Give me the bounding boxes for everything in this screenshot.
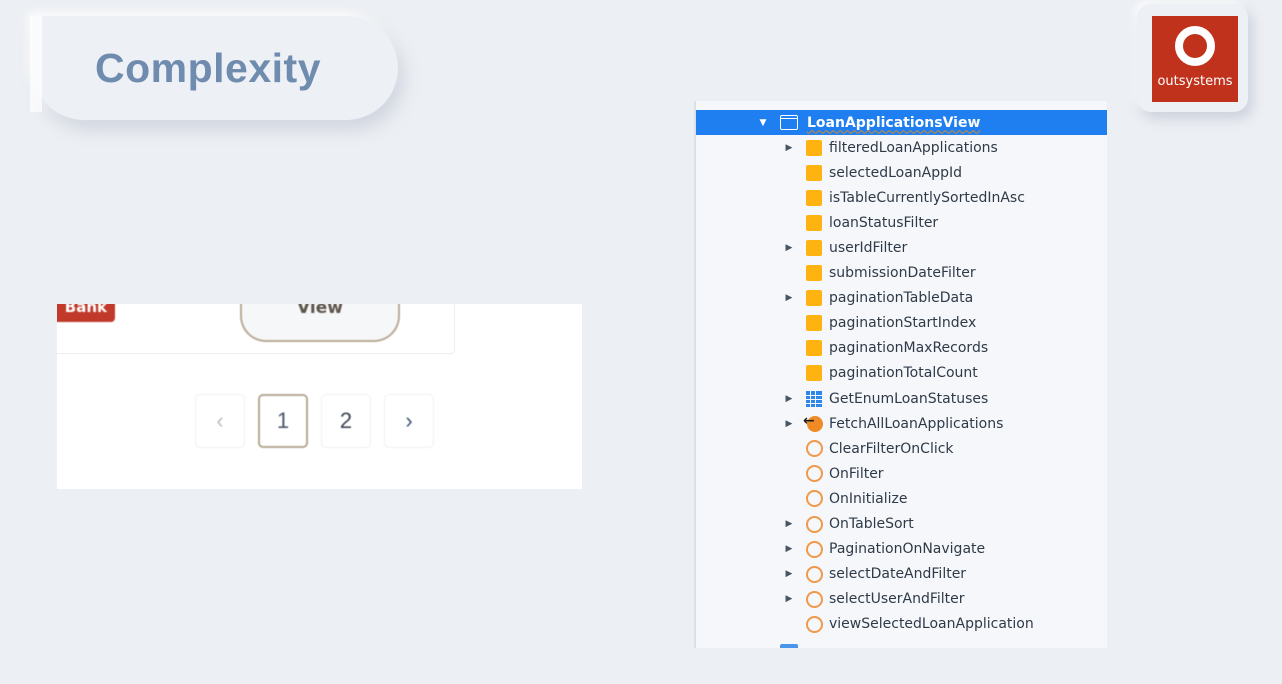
page-1-button[interactable]: 1 — [258, 394, 308, 448]
caret-right-icon[interactable]: ▶ — [784, 544, 794, 554]
prev-page-button[interactable]: ‹ — [195, 394, 245, 448]
variable-icon — [806, 315, 822, 332]
page-2-button[interactable]: 2 — [321, 394, 371, 448]
aggregate-icon — [806, 390, 822, 407]
tree-item-label: paginationMaxRecords — [829, 340, 989, 357]
page-title: Complexity — [95, 44, 321, 91]
client-action-icon — [806, 515, 823, 533]
tree-item[interactable]: viewSelectedLoanApplication — [696, 612, 1107, 637]
card-edge-highlight — [30, 16, 42, 112]
tree-item-label: OnTableSort — [829, 516, 914, 532]
caret-right-icon[interactable]: ▶ — [784, 394, 794, 404]
tree-item[interactable]: isTableCurrentlySortedInAsc — [696, 185, 1107, 210]
client-action-icon — [806, 465, 823, 483]
tree-item-label: loanStatusFilter — [829, 214, 939, 231]
tree-item-label: viewSelectedLoanApplication — [829, 616, 1034, 633]
variable-icon — [806, 139, 822, 156]
caret-right-icon[interactable]: ▶ — [784, 519, 794, 529]
variable-icon — [806, 365, 822, 382]
tree-item-label: OnFilter — [829, 465, 884, 482]
caret-right-icon[interactable]: ▶ — [784, 293, 794, 303]
tree-item-label: userIdFilter — [829, 239, 908, 256]
variable-icon — [806, 265, 822, 281]
tree-item[interactable]: ▶ PaginationOnNavigate — [696, 537, 1107, 562]
tree-item[interactable]: OnFilter — [696, 461, 1107, 486]
tree-root-item[interactable]: ▼ LoanApplicationsView — [696, 110, 1107, 135]
client-action-icon — [806, 615, 823, 633]
tree-item[interactable]: ▶ selectDateAndFilter — [696, 562, 1107, 587]
tree-item-label: GetEnumLoanStatuses — [829, 390, 989, 407]
logo-ring-icon — [1175, 26, 1215, 66]
pagination-screenshot: Bank View ‹ 1 2 › — [57, 304, 582, 489]
caret-right-icon[interactable]: ▶ — [784, 594, 794, 604]
tree-item[interactable]: ▶ userIdFilter — [696, 235, 1107, 260]
tree-item-label: OnInitialize — [829, 490, 908, 507]
client-action-icon — [806, 590, 823, 608]
data-action-icon: ← — [803, 413, 823, 432]
tree-item[interactable]: submissionDateFilter — [696, 261, 1107, 286]
tree-item-label: paginationTotalCount — [829, 365, 978, 382]
tree-item[interactable]: ▶ OnTableSort — [696, 512, 1107, 537]
caret-right-icon[interactable]: ▶ — [784, 569, 794, 579]
tree-item-label: selectDateAndFilter — [829, 566, 967, 583]
client-action-icon — [806, 490, 823, 508]
tree-item-label: PaginationOnNavigate — [829, 541, 986, 558]
element-tree: ▼ LoanApplicationsView ▶ filteredLoanAppl… — [694, 101, 1107, 648]
caret-right-icon[interactable]: ▶ — [784, 143, 794, 153]
tree-item[interactable]: ▶ filteredLoanApplications — [696, 135, 1107, 160]
variable-icon — [806, 340, 822, 357]
tree-item[interactable]: selectedLoanAppId — [696, 160, 1107, 185]
tree-item[interactable]: ▶ GetEnumLoanStatuses — [696, 386, 1107, 411]
tree-item-label: paginationStartIndex — [829, 315, 977, 332]
tree-item[interactable]: OnInitialize — [696, 486, 1107, 511]
tree-item[interactable]: loanStatusFilter — [696, 210, 1107, 235]
tree-item-label: paginationTableData — [829, 290, 974, 307]
tree-item-label: selectUserAndFilter — [829, 591, 965, 608]
client-action-icon — [806, 440, 823, 458]
variable-icon — [806, 164, 822, 181]
tree-item[interactable]: ▶ selectUserAndFilter — [696, 587, 1107, 612]
client-action-icon — [806, 540, 823, 558]
tree-item-label: FetchAllLoanApplications — [829, 415, 1004, 432]
screen-icon — [780, 115, 798, 130]
logo-text: outsystems — [1157, 74, 1233, 89]
list-card-bottom: Bank View — [57, 304, 455, 354]
variable-icon — [806, 189, 822, 206]
view-button[interactable]: View — [240, 304, 400, 342]
variable-icon — [806, 239, 822, 256]
outsystems-logo: outsystems — [1152, 16, 1238, 102]
title-card: Complexity — [30, 16, 398, 120]
next-page-button[interactable]: › — [384, 394, 434, 448]
next-screen-icon — [780, 644, 798, 648]
tree-item-label: filteredLoanApplications — [829, 139, 998, 156]
caret-right-icon[interactable]: ▶ — [784, 243, 794, 253]
caret-right-icon[interactable]: ▶ — [784, 419, 794, 429]
tree-item[interactable]: ▶ paginationTableData — [696, 286, 1107, 311]
tree-item-label: LoanApplicationsView — [807, 114, 981, 131]
variable-icon — [806, 290, 822, 307]
client-action-icon — [806, 565, 823, 583]
tree-item[interactable]: ClearFilterOnClick — [696, 436, 1107, 461]
tree-item[interactable]: paginationTotalCount — [696, 361, 1107, 386]
tree-item-label: selectedLoanAppId — [829, 164, 963, 181]
tree-item-label: isTableCurrentlySortedInAsc — [829, 189, 1025, 206]
caret-down-icon[interactable]: ▼ — [758, 118, 768, 128]
logo-card: outsystems — [1137, 4, 1248, 112]
tree-item[interactable]: paginationMaxRecords — [696, 336, 1107, 361]
status-badge: Bank — [57, 304, 115, 322]
tree-item[interactable]: ▶ ← FetchAllLoanApplications — [696, 411, 1107, 436]
tree-item-label: ClearFilterOnClick — [829, 440, 954, 457]
tree-item-label: submissionDateFilter — [829, 265, 976, 281]
pagination: ‹ 1 2 › — [195, 394, 434, 448]
tree-item[interactable]: paginationStartIndex — [696, 311, 1107, 336]
variable-icon — [806, 214, 822, 231]
